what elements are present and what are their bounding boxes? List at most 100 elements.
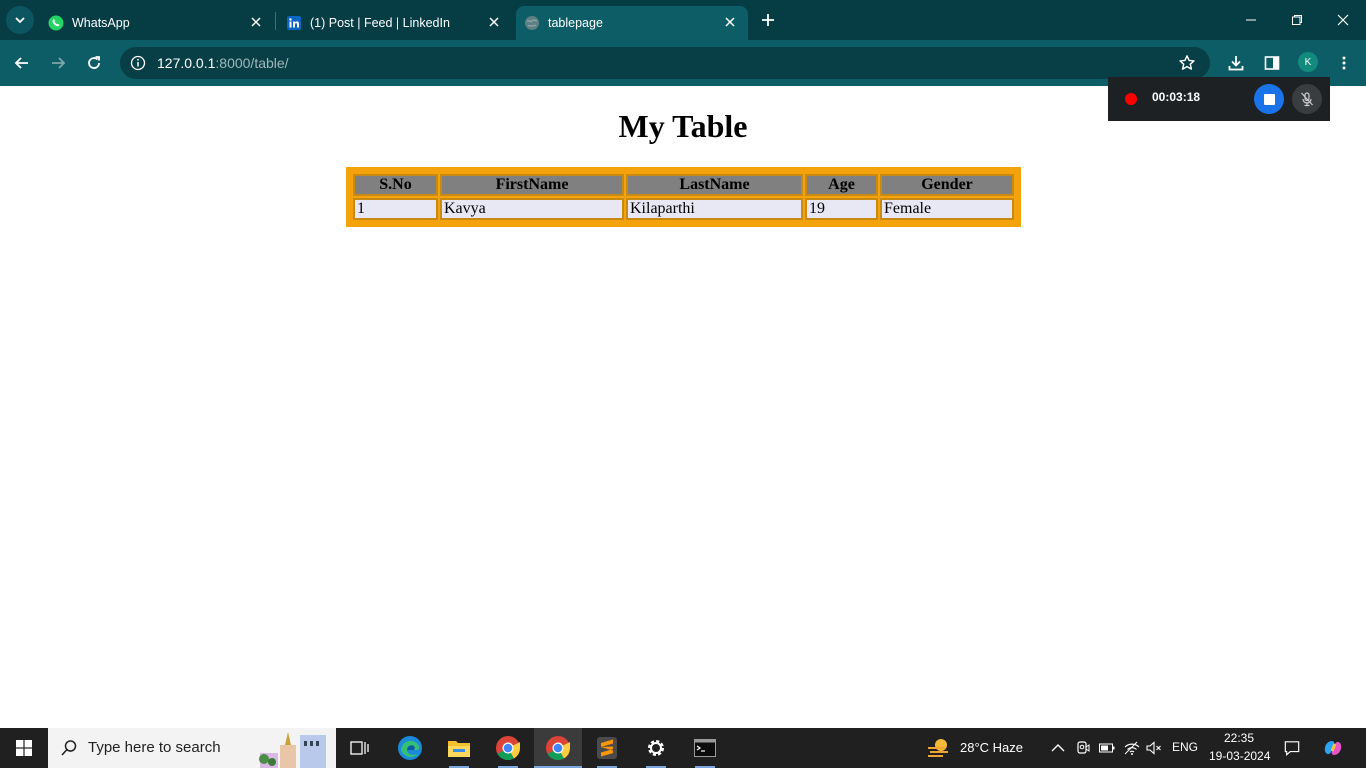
cell-firstname: Kavya — [440, 198, 624, 220]
globe-icon — [524, 15, 540, 31]
tab-title: tablepage — [548, 16, 603, 30]
taskbar-edge[interactable] — [386, 728, 434, 768]
close-tab-icon[interactable] — [722, 14, 738, 30]
cell-age: 19 — [805, 198, 878, 220]
linkedin-icon — [286, 15, 302, 31]
taskbar-search-box[interactable]: Type here to search — [48, 728, 336, 768]
stop-icon — [1263, 93, 1275, 105]
tab-title: (1) Post | Feed | LinkedIn — [310, 16, 450, 30]
notification-icon — [1284, 741, 1300, 756]
chevron-down-icon — [15, 17, 25, 24]
header-sno: S.No — [353, 174, 438, 196]
task-view-icon — [350, 741, 369, 755]
notification-center-button[interactable] — [1284, 740, 1300, 756]
header-firstname: FirstName — [440, 174, 624, 196]
close-tab-icon[interactable] — [486, 14, 502, 30]
side-panel-button[interactable] — [1261, 52, 1283, 74]
language-indicator[interactable]: ENG — [1172, 740, 1198, 754]
browser-tab-bar: WhatsApp (1) Post | Feed | LinkedIn tabl… — [0, 0, 1366, 40]
table-header-row: S.No FirstName LastName Age Gender — [353, 174, 1014, 196]
tab-tablepage-active[interactable]: tablepage — [516, 6, 748, 40]
table-row: 1 Kavya Kilaparthi 19 Female — [353, 198, 1014, 220]
recording-timer: 00:03:18 — [1152, 90, 1201, 104]
tab-whatsapp[interactable]: WhatsApp — [40, 6, 274, 40]
chrome-icon — [496, 736, 520, 761]
search-icon — [61, 740, 77, 756]
taskbar-chrome-active[interactable] — [534, 728, 582, 768]
tab-linkedin[interactable]: (1) Post | Feed | LinkedIn — [278, 6, 512, 40]
restore-button[interactable] — [1287, 10, 1307, 30]
minimize-icon — [1246, 19, 1256, 21]
profile-avatar[interactable]: K — [1298, 52, 1318, 72]
site-info-icon[interactable] — [130, 55, 146, 71]
back-button[interactable] — [11, 52, 33, 74]
taskbar-chrome[interactable] — [484, 728, 532, 768]
start-button[interactable] — [0, 728, 48, 768]
clock-time[interactable]: 22:35 — [1224, 731, 1254, 745]
weather-text[interactable]: 28°C Haze — [960, 740, 1023, 755]
close-window-button[interactable] — [1333, 10, 1353, 30]
tab-title: WhatsApp — [72, 16, 130, 30]
data-table: S.No FirstName LastName Age Gender 1 Kav… — [351, 172, 1016, 222]
web-page: My Table S.No FirstName LastName Age Gen… — [0, 86, 1366, 728]
battery-icon[interactable] — [1099, 740, 1115, 756]
close-tab-icon[interactable] — [248, 14, 264, 30]
url-text[interactable]: 127.0.0.1:8000/table/ — [157, 55, 289, 71]
close-icon — [1337, 14, 1349, 26]
url-path: :8000/table/ — [215, 55, 289, 71]
table-container: S.No FirstName LastName Age Gender 1 Kav… — [346, 167, 1021, 227]
windows-logo-icon — [16, 740, 32, 756]
stop-recording-button[interactable] — [1254, 84, 1284, 114]
search-highlight-illustration-icon — [259, 732, 326, 768]
header-lastname: LastName — [626, 174, 803, 196]
chevron-up-icon — [1051, 744, 1065, 752]
terminal-icon — [694, 739, 716, 757]
recording-dot-icon — [1125, 93, 1137, 105]
taskbar-command-prompt[interactable] — [681, 728, 729, 768]
mic-off-icon — [1301, 92, 1313, 107]
bookmark-star-icon[interactable] — [1178, 54, 1196, 72]
arrow-left-icon — [14, 57, 28, 69]
windows-taskbar: Type here to search 28°C Haze ENG 22:35 … — [0, 728, 1366, 768]
show-hidden-icons-button[interactable] — [1050, 740, 1066, 756]
copilot-icon[interactable] — [1322, 737, 1344, 759]
clock-date[interactable]: 19-03-2024 — [1209, 749, 1270, 763]
mute-microphone-button[interactable] — [1292, 84, 1322, 114]
more-vertical-icon — [1342, 56, 1346, 70]
header-gender: Gender — [880, 174, 1014, 196]
taskbar-file-explorer[interactable] — [435, 728, 483, 768]
edge-icon — [398, 736, 422, 760]
tab-separator — [275, 12, 276, 30]
header-age: Age — [805, 174, 878, 196]
taskbar-sublime-text[interactable] — [583, 728, 631, 768]
url-host: 127.0.0.1 — [157, 55, 216, 71]
wifi-icon[interactable] — [1124, 740, 1140, 756]
plus-icon — [762, 14, 774, 26]
side-panel-icon — [1264, 56, 1280, 70]
cell-sno: 1 — [353, 198, 438, 220]
forward-button[interactable] — [47, 52, 69, 74]
meet-now-icon[interactable] — [1075, 740, 1091, 756]
browser-menu-button[interactable] — [1333, 52, 1355, 74]
minimize-button[interactable] — [1241, 10, 1261, 30]
address-bar[interactable]: 127.0.0.1:8000/table/ — [120, 47, 1210, 79]
whatsapp-icon — [48, 15, 64, 31]
download-icon — [1228, 56, 1244, 71]
restore-icon — [1292, 15, 1302, 25]
new-tab-button[interactable] — [758, 10, 778, 30]
task-view-button[interactable] — [336, 728, 384, 768]
chrome-icon — [546, 736, 570, 761]
sublime-text-icon — [597, 737, 617, 759]
gear-icon — [648, 740, 664, 756]
reload-button[interactable] — [83, 52, 105, 74]
tab-search-button[interactable] — [6, 6, 34, 34]
taskbar-settings[interactable] — [632, 728, 680, 768]
weather-haze-icon[interactable] — [927, 737, 951, 759]
cell-gender: Female — [880, 198, 1014, 220]
cell-lastname: Kilaparthi — [626, 198, 803, 220]
volume-muted-icon[interactable] — [1146, 740, 1162, 756]
folder-icon — [448, 741, 470, 757]
arrow-right-icon — [52, 57, 66, 69]
downloads-button[interactable] — [1225, 52, 1247, 74]
search-placeholder: Type here to search — [88, 739, 221, 756]
